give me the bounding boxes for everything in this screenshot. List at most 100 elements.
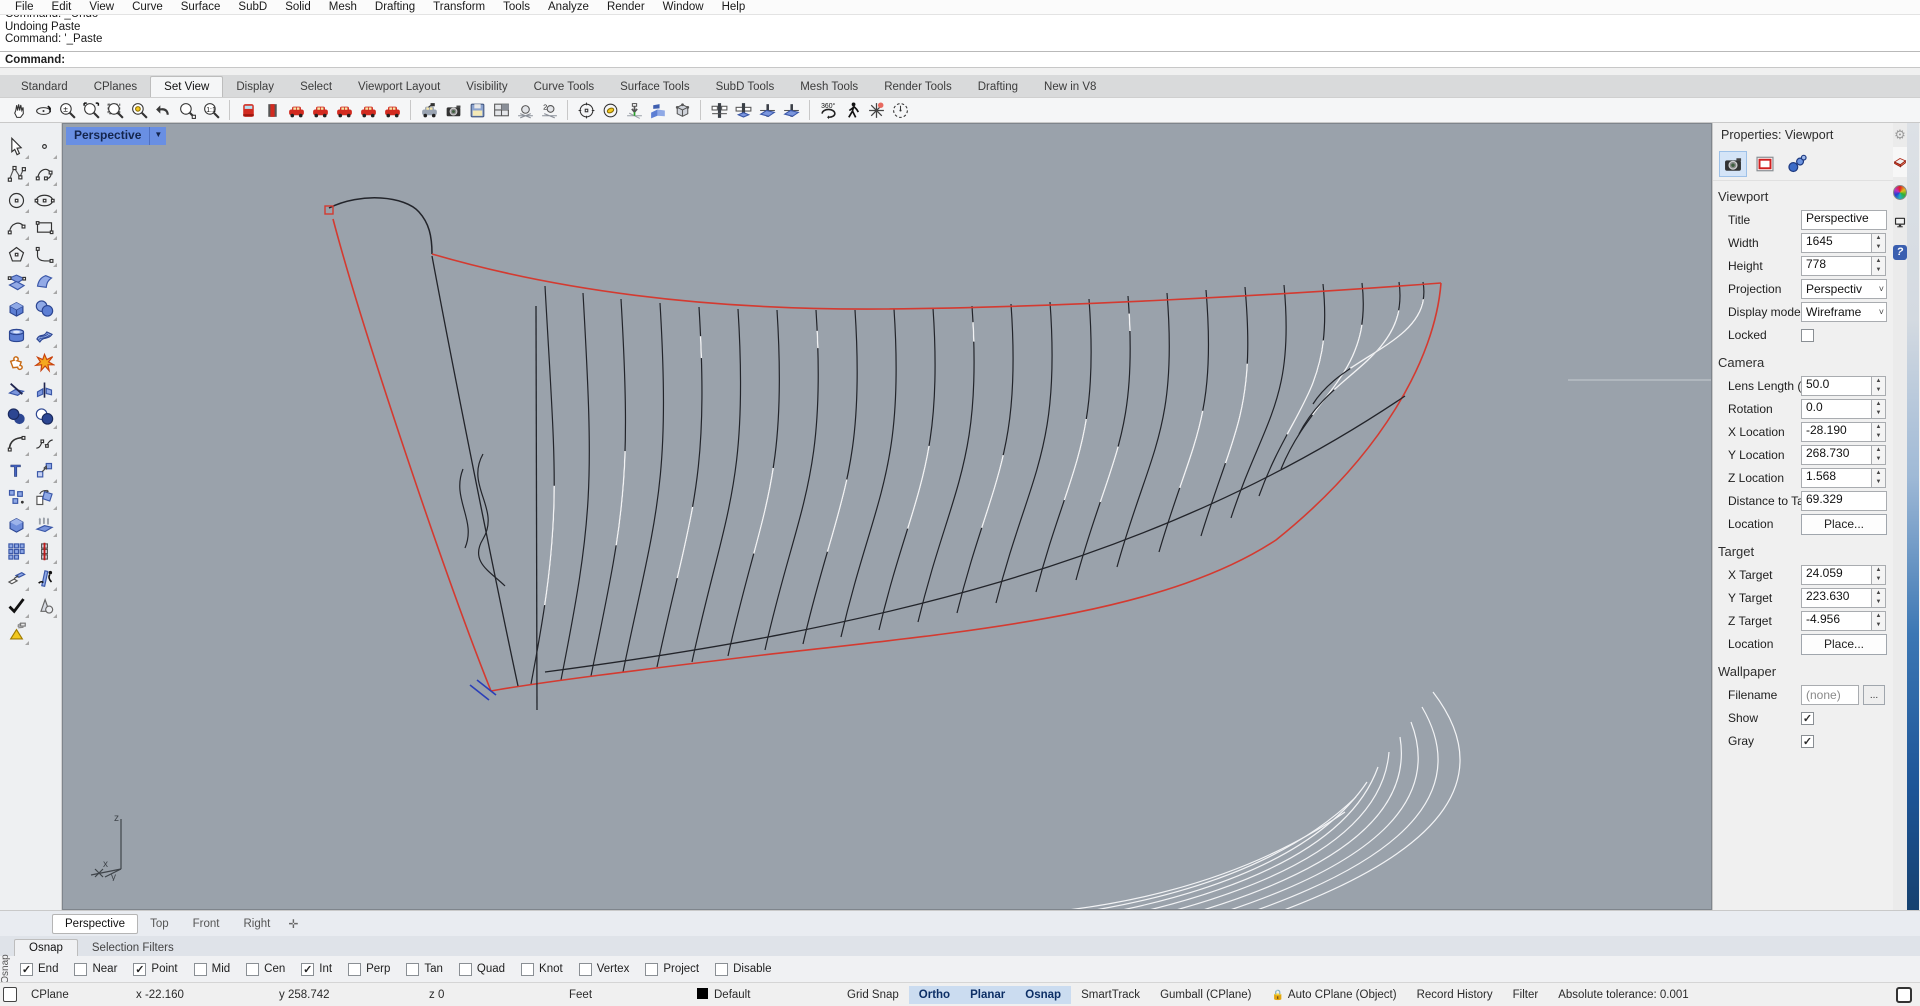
menu-mesh[interactable]: Mesh xyxy=(320,1,366,13)
checkbox-int[interactable]: ✓ xyxy=(301,962,315,976)
named-views-icon[interactable] xyxy=(670,99,694,122)
spinner-up-icon[interactable]: ▲ xyxy=(1872,566,1885,575)
checkbox-quad[interactable] xyxy=(458,962,472,976)
menu-render[interactable]: Render xyxy=(598,1,654,13)
browse-button[interactable]: ... xyxy=(1863,685,1885,705)
plan-view-right-icon[interactable] xyxy=(779,99,803,122)
pan-hand-icon[interactable] xyxy=(7,99,31,122)
view-top-icon[interactable] xyxy=(284,99,308,122)
tab-curve-tools[interactable]: Curve Tools xyxy=(521,77,608,97)
status-z-0[interactable]: z 0 xyxy=(419,986,559,1004)
trim-icon[interactable] xyxy=(3,376,30,403)
zoom-target-icon[interactable] xyxy=(175,99,199,122)
prop-input-x-target[interactable]: 24.059 xyxy=(1801,565,1872,585)
tab-subd-tools[interactable]: SubD Tools xyxy=(703,77,788,97)
tab-select[interactable]: Select xyxy=(287,77,345,97)
rotate-view-icon[interactable] xyxy=(31,99,55,122)
checkbox-near[interactable] xyxy=(74,962,88,976)
menu-curve[interactable]: Curve xyxy=(123,1,172,13)
checkbox-perp[interactable] xyxy=(348,962,362,976)
control-point-curve-icon[interactable] xyxy=(3,160,30,187)
checkbox-end[interactable]: ✓ xyxy=(20,962,33,976)
zoom-selected-icon[interactable] xyxy=(127,99,151,122)
viewport-properties-icon[interactable] xyxy=(1751,151,1779,177)
tab-standard[interactable]: Standard xyxy=(8,77,81,97)
spinner-up-icon[interactable]: ▲ xyxy=(1872,589,1885,598)
spinner-up-icon[interactable]: ▲ xyxy=(1872,400,1885,409)
prop-input-z-location[interactable]: 1.568 xyxy=(1801,468,1872,488)
prop-input-rotation[interactable]: 0.0 xyxy=(1801,399,1872,419)
menu-tools[interactable]: Tools xyxy=(494,1,539,13)
spinner-up-icon[interactable]: ▲ xyxy=(1872,469,1885,478)
cone-primitive-icon[interactable] xyxy=(31,592,58,619)
viewport-tab-front[interactable]: Front xyxy=(181,915,232,933)
osnap-option-knot[interactable]: Knot xyxy=(515,962,569,976)
status-osnap[interactable]: Osnap xyxy=(1015,985,1072,1004)
osnap-option-quad[interactable]: Quad xyxy=(453,962,511,976)
viewport-title-menu[interactable]: Perspective ▼ xyxy=(66,127,167,145)
osnap-option-disable[interactable]: Disable xyxy=(709,962,777,976)
prop-input-distance-to-ta[interactable]: 69.329 xyxy=(1801,491,1887,511)
checkbox-disable[interactable] xyxy=(715,962,729,976)
checkbox-tan[interactable] xyxy=(406,962,420,976)
plan-view-left-icon[interactable] xyxy=(755,99,779,122)
status-gumball-cplane-[interactable]: Gumball (CPlane) xyxy=(1150,986,1261,1004)
command-prompt[interactable]: Command: xyxy=(0,52,1920,68)
chevron-down-icon[interactable]: ▼ xyxy=(149,127,167,145)
split-icon[interactable] xyxy=(31,376,58,403)
prop-select-display-mode[interactable]: Wireframe ˅ xyxy=(1801,302,1887,322)
tab-set-view[interactable]: Set View xyxy=(150,76,224,97)
tab-surface-tools[interactable]: Surface Tools xyxy=(607,77,702,97)
spinner-down-icon[interactable]: ▼ xyxy=(1872,598,1885,607)
surface-from-points-icon[interactable] xyxy=(3,268,30,295)
tab-drafting[interactable]: Drafting xyxy=(965,77,1031,97)
status-auto-cplane-object-[interactable]: 🔒 Auto CPlane (Object) xyxy=(1261,986,1406,1004)
array-linear-icon[interactable] xyxy=(31,538,58,565)
free-form-surface-icon[interactable] xyxy=(31,322,58,349)
tab-render-tools[interactable]: Render Tools xyxy=(871,77,965,97)
camera-location-icon[interactable] xyxy=(598,99,622,122)
fillet-curve-icon[interactable] xyxy=(3,430,30,457)
set-camera-target-icon[interactable] xyxy=(574,99,598,122)
checkbox-knot[interactable] xyxy=(521,962,535,976)
view-left-icon[interactable] xyxy=(308,99,332,122)
spinner-up-icon[interactable]: ▲ xyxy=(1872,446,1885,455)
curve-corner-icon[interactable] xyxy=(31,241,58,268)
isometric-view-icon[interactable] xyxy=(513,99,537,122)
status-ortho[interactable]: Ortho xyxy=(908,985,961,1004)
display-color-wheel-icon[interactable] xyxy=(1893,177,1907,207)
camera-properties-icon[interactable] xyxy=(441,99,465,122)
extrude-surface-icon[interactable] xyxy=(31,511,58,538)
check-select-icon[interactable] xyxy=(3,592,30,619)
tab-display[interactable]: Display xyxy=(223,77,287,97)
place-button[interactable]: Place... xyxy=(1801,513,1887,535)
menu-edit[interactable]: Edit xyxy=(43,1,81,13)
viewport-tab-top[interactable]: Top xyxy=(138,915,181,933)
surface-from-curves-icon[interactable] xyxy=(31,268,58,295)
osnap-option-vertex[interactable]: Vertex xyxy=(573,962,636,976)
tab-osnap[interactable]: Osnap xyxy=(14,939,78,956)
osnap-option-near[interactable]: Near xyxy=(68,962,123,976)
viewport-layout-icon[interactable] xyxy=(489,99,513,122)
prop-checkbox-show[interactable]: ✓ xyxy=(1801,711,1814,725)
gear-icon[interactable]: ⚙ xyxy=(1893,123,1907,147)
arc-icon[interactable] xyxy=(3,214,30,241)
display-monitor-icon[interactable] xyxy=(1893,207,1907,237)
tab-selection-filters[interactable]: Selection Filters xyxy=(78,940,188,956)
tab-cplanes[interactable]: CPlanes xyxy=(81,77,150,97)
object-camera-icon[interactable] xyxy=(1719,150,1747,177)
view-bottom-icon[interactable] xyxy=(356,99,380,122)
panel-toggle-icon[interactable] xyxy=(1896,986,1912,1003)
tab-mesh-tools[interactable]: Mesh Tools xyxy=(787,77,871,97)
menu-view[interactable]: View xyxy=(80,1,123,13)
two-point-perspective-icon[interactable]: 2 xyxy=(537,99,561,122)
spinner-up-icon[interactable]: ▲ xyxy=(1872,612,1885,621)
plan-view-top-icon[interactable] xyxy=(707,99,731,122)
spinner-down-icon[interactable]: ▼ xyxy=(1872,409,1885,418)
spinner-down-icon[interactable]: ▼ xyxy=(1872,478,1885,487)
tab-viewport-layout[interactable]: Viewport Layout xyxy=(345,77,453,97)
plan-view-bottom-icon[interactable] xyxy=(731,99,755,122)
boolean-union-icon[interactable] xyxy=(3,403,30,430)
panel-icon[interactable] xyxy=(3,987,17,1002)
osnap-option-cen[interactable]: Cen xyxy=(240,962,291,976)
